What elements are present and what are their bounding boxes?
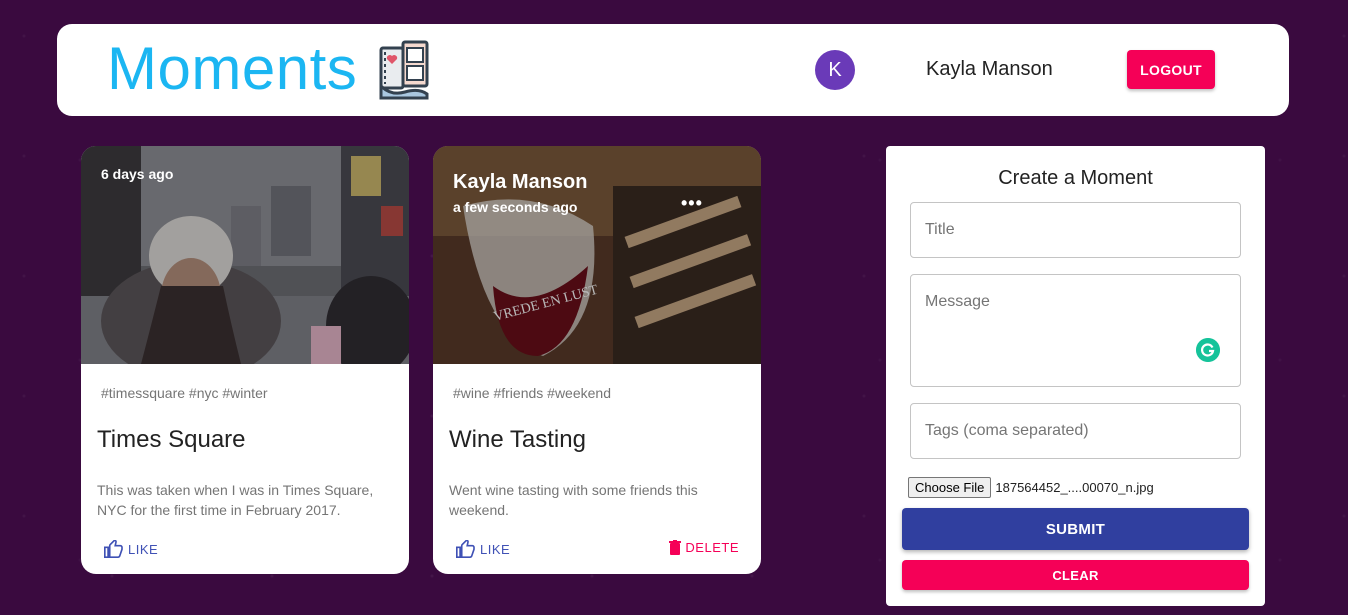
user-name: Kayla Manson bbox=[926, 58, 1053, 80]
post-message: This was taken when I was in Times Squar… bbox=[97, 482, 374, 518]
post-actions: LIKE bbox=[81, 540, 409, 562]
post-image: 6 days ago bbox=[81, 146, 409, 364]
like-label: LIKE bbox=[128, 541, 159, 557]
logout-button[interactable]: LOGOUT bbox=[1127, 50, 1215, 89]
file-input: Choose File 187564452_....00070_n.jpg bbox=[908, 477, 1154, 498]
app-bar: Moments K Kayla Manson LOGOUT bbox=[57, 24, 1289, 116]
post-author: Kayla Manson bbox=[453, 171, 588, 193]
delete-label: DELETE bbox=[685, 540, 739, 555]
tags-placeholder: Tags (coma separated) bbox=[925, 422, 1089, 439]
film-reel-heart-icon bbox=[379, 40, 429, 100]
message-input[interactable]: Message bbox=[910, 274, 1241, 387]
post-title: Wine Tasting bbox=[449, 426, 586, 453]
like-label: LIKE bbox=[480, 541, 511, 557]
trash-icon bbox=[669, 540, 682, 555]
create-moment-form: Create a Moment Title Message Tags (coma… bbox=[886, 146, 1265, 606]
title-input[interactable]: Title bbox=[910, 202, 1241, 258]
post-title: Times Square bbox=[97, 426, 246, 453]
tags-input[interactable]: Tags (coma separated) bbox=[910, 403, 1241, 459]
delete-button[interactable]: DELETE bbox=[669, 540, 739, 555]
clear-button[interactable]: CLEAR bbox=[902, 560, 1249, 590]
post-message: Went wine tasting with some friends this… bbox=[449, 482, 698, 518]
message-placeholder: Message bbox=[925, 293, 990, 310]
thumb-up-icon bbox=[456, 540, 475, 558]
post-time: 6 days ago bbox=[101, 166, 174, 182]
post-image: VREDE EN LUST Kayla Manson a few seconds… bbox=[433, 146, 761, 364]
form-title: Create a Moment bbox=[998, 167, 1153, 189]
brand: Moments bbox=[107, 36, 433, 102]
choose-file-button[interactable]: Choose File bbox=[908, 477, 992, 498]
post-time: a few seconds ago bbox=[453, 199, 578, 215]
thumb-up-icon bbox=[104, 540, 123, 558]
app-title: Moments bbox=[107, 35, 358, 102]
like-button[interactable]: LIKE bbox=[103, 540, 158, 558]
avatar[interactable]: K bbox=[815, 50, 855, 90]
title-placeholder: Title bbox=[925, 221, 955, 238]
grammarly-icon[interactable] bbox=[1196, 338, 1220, 362]
file-name: 187564452_....00070_n.jpg bbox=[995, 480, 1154, 495]
more-options-icon[interactable]: ••• bbox=[681, 193, 703, 214]
submit-button[interactable]: SUBMIT bbox=[902, 508, 1249, 550]
post-tags: #timessquare #nyc #winter bbox=[101, 385, 268, 401]
post-card: 6 days ago #timessquare #nyc #winter Tim… bbox=[81, 146, 409, 574]
post-actions: LIKE DELETE bbox=[433, 540, 761, 562]
post-card: VREDE EN LUST Kayla Manson a few seconds… bbox=[433, 146, 761, 574]
post-tags: #wine #friends #weekend bbox=[453, 385, 611, 401]
like-button[interactable]: LIKE bbox=[455, 540, 510, 558]
